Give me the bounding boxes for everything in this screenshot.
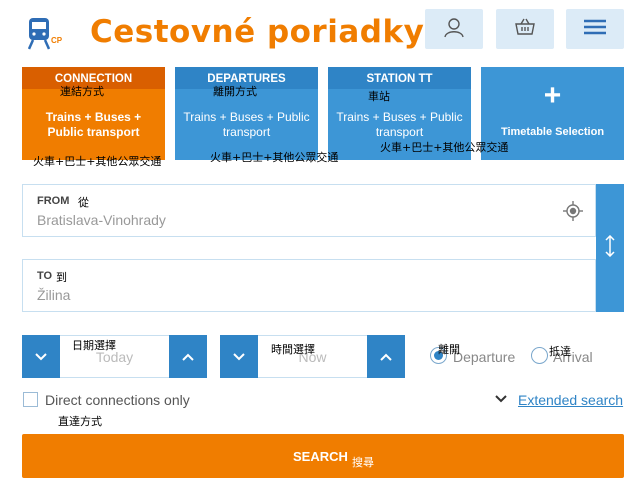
user-button[interactable]: [425, 9, 483, 49]
app-title: Cestovné poriadky: [90, 14, 425, 50]
to-field[interactable]: TO Žilina: [22, 259, 596, 312]
to-label: TO: [37, 270, 53, 282]
overlay-arrival: 抵達: [549, 345, 571, 358]
overlay-date: 日期選擇: [72, 339, 116, 352]
tab-station-title: STATION TT: [328, 67, 471, 89]
overlay-transport-1: 火車+巴士+其他公眾交通: [33, 155, 162, 168]
overlay-transport-2: 火車+巴士+其他公眾交通: [210, 151, 339, 164]
user-icon: [443, 16, 465, 43]
search-label: SEARCH: [293, 449, 348, 464]
tab-connection-desc: Trains + Buses + Public transport: [45, 110, 142, 139]
date-next-button[interactable]: [169, 335, 207, 378]
basket-button[interactable]: [496, 9, 554, 49]
direct-only-label[interactable]: Direct connections only: [45, 392, 190, 408]
tab-connection[interactable]: CONNECTION Trains + Buses + Public trans…: [22, 67, 165, 160]
date-prev-button[interactable]: [22, 335, 60, 378]
overlay-station: 車站: [368, 90, 390, 103]
menu-button[interactable]: [566, 9, 624, 49]
chevron-up-icon: [182, 353, 194, 361]
chevron-down-icon: [233, 352, 245, 360]
overlay-search: 搜尋: [352, 456, 374, 469]
overlay-departures: 離開方式: [213, 85, 257, 98]
from-label: FROM: [37, 195, 70, 207]
search-button[interactable]: SEARCH: [22, 434, 624, 478]
direct-only-checkbox[interactable]: [23, 392, 38, 407]
locate-icon[interactable]: [563, 201, 583, 226]
overlay-from: 從: [78, 196, 89, 209]
from-field[interactable]: FROM Bratislava-Vinohrady: [22, 184, 596, 237]
menu-icon: [584, 19, 606, 40]
swap-arrows-icon: [604, 234, 616, 262]
overlay-direct: 直達方式: [58, 415, 102, 428]
logo-cp-text: CP: [51, 36, 63, 45]
overlay-transport-3: 火車+巴士+其他公眾交通: [380, 141, 509, 154]
overlay-departure: 離開: [438, 343, 460, 356]
tab-station-desc: Trains + Buses + Public transport: [336, 110, 463, 139]
extended-search-link[interactable]: Extended search: [518, 392, 623, 408]
train-logo-icon: [27, 18, 51, 50]
chevron-down-icon: [35, 352, 47, 360]
departure-label[interactable]: Departure: [453, 349, 515, 365]
to-input[interactable]: Žilina: [37, 287, 70, 303]
arrival-radio[interactable]: [531, 347, 548, 364]
tab-departures[interactable]: DEPARTURES Trains + Buses + Public trans…: [175, 67, 318, 160]
swap-button[interactable]: [596, 184, 624, 312]
tab-timetable-desc: Timetable Selection: [500, 126, 605, 138]
from-input[interactable]: Bratislava-Vinohrady: [37, 212, 166, 228]
overlay-to: 到: [56, 271, 67, 284]
tab-departures-desc: Trains + Buses + Public transport: [183, 110, 310, 139]
time-prev-button[interactable]: [220, 335, 258, 378]
plus-icon: +: [543, 79, 562, 112]
chevron-up-icon: [380, 353, 392, 361]
overlay-time: 時間選擇: [271, 343, 315, 356]
basket-icon: [515, 18, 535, 41]
chevron-down-icon[interactable]: [494, 392, 508, 411]
overlay-connection: 連結方式: [60, 85, 104, 98]
time-next-button[interactable]: [367, 335, 405, 378]
